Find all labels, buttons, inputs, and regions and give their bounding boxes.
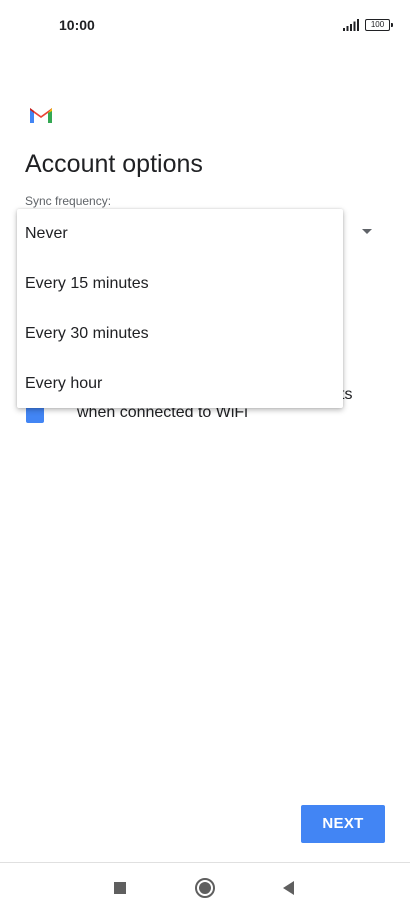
status-time: 10:00 bbox=[59, 17, 95, 33]
battery-icon: 100 bbox=[365, 19, 393, 31]
navigation-bar bbox=[0, 862, 410, 911]
square-icon[interactable] bbox=[114, 882, 126, 894]
menu-item-every-30-minutes[interactable]: Every 30 minutes bbox=[17, 309, 343, 359]
battery-level: 100 bbox=[370, 20, 385, 29]
gmail-logo bbox=[26, 99, 56, 129]
signal-icon bbox=[343, 19, 359, 31]
menu-item-never[interactable]: Never bbox=[17, 209, 343, 259]
next-button[interactable]: NEXT bbox=[301, 805, 385, 843]
back-triangle-icon[interactable] bbox=[283, 881, 294, 895]
menu-item-every-hour[interactable]: Every hour bbox=[17, 359, 343, 409]
circle-icon[interactable] bbox=[195, 878, 215, 898]
page-title: Account options bbox=[25, 150, 203, 178]
menu-item-every-15-minutes[interactable]: Every 15 minutes bbox=[17, 259, 343, 309]
status-bar: 10:00 100 bbox=[0, 0, 410, 50]
sync-frequency-label: Sync frequency: bbox=[25, 194, 112, 208]
sync-frequency-menu: Never Every 15 minutes Every 30 minutes … bbox=[17, 209, 343, 408]
dropdown-arrow-icon[interactable] bbox=[362, 229, 372, 234]
